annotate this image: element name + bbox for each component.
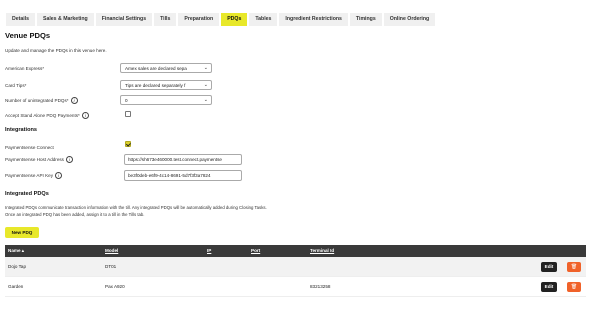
row-model: Pax A920 <box>105 284 125 289</box>
standalone-label: Accept Stand Alone PDQ Payments* i <box>5 111 89 119</box>
integrated-pdqs-title: Integrated PDQs <box>5 191 49 197</box>
pdq-table: Name ▴ Model IP Port Terminal Id Dojo Ta… <box>5 245 586 297</box>
tab-pdqs[interactable]: PDQs <box>221 13 248 26</box>
trash-icon: 🗑 <box>570 284 578 290</box>
row-model: DT01 <box>105 264 117 269</box>
integrated-note-1: Integrated PDQs communicate transaction … <box>5 205 267 210</box>
tab-tills[interactable]: Tills <box>154 13 177 26</box>
edit-button[interactable]: Edit <box>541 282 557 292</box>
new-pdq-button[interactable]: New PDQ <box>5 227 39 238</box>
tab-timings[interactable]: Timings <box>349 13 382 26</box>
tab-sales-marketing[interactable]: Sales & Marketing <box>37 13 94 26</box>
amex-select[interactable]: Amex sales are declared sepa ⌄ <box>120 63 212 73</box>
row-name: Dojo Tap <box>8 264 27 269</box>
page-description: Update and manage the PDQs in this venue… <box>5 48 107 53</box>
info-icon[interactable]: i <box>81 111 89 119</box>
unintegrated-select[interactable]: 0 ⌄ <box>120 95 212 105</box>
host-address-input[interactable]: https://sh673e460000.test.connect.paymen… <box>124 154 242 165</box>
header-ip[interactable]: IP <box>207 245 211 257</box>
edit-button[interactable]: Edit <box>541 262 557 272</box>
delete-button[interactable]: 🗑 <box>567 262 581 272</box>
connect-checkbox[interactable] <box>125 141 131 147</box>
standalone-checkbox[interactable] <box>125 111 131 117</box>
host-label: Paymentsense Host Address i <box>5 155 73 163</box>
tab-tables[interactable]: Tables <box>249 13 278 26</box>
tab-bar: Details Sales & Marketing Financial Sett… <box>6 13 436 26</box>
trash-icon: 🗑 <box>570 264 578 270</box>
tab-financial-settings[interactable]: Financial Settings <box>95 13 153 26</box>
tab-details[interactable]: Details <box>6 13 36 26</box>
api-key-input[interactable]: be3f0deb-e6f9-4c14-8691-5d7f3f3a7824 <box>124 170 242 181</box>
row-terminal-id: 83213258 <box>310 284 331 289</box>
unintegrated-label: Number of unintegrated PDQs* i <box>5 96 78 104</box>
table-row: Dojo Tap DT01 Edit 🗑 <box>5 257 586 277</box>
header-name[interactable]: Name ▴ <box>8 245 24 257</box>
header-port[interactable]: Port <box>251 245 260 257</box>
tab-online-ordering[interactable]: Online Ordering <box>383 13 436 26</box>
chevron-down-icon: ⌄ <box>203 82 208 88</box>
amex-label: American Express* <box>5 65 45 71</box>
card-tips-label: Card Tips* <box>5 82 27 88</box>
tab-ingredient-restrictions[interactable]: Ingredient Restrictions <box>279 13 348 26</box>
table-row: Garden Pax A920 83213258 Edit 🗑 <box>5 277 586 297</box>
integrations-title: Integrations <box>5 127 38 133</box>
info-icon[interactable]: i <box>65 155 73 163</box>
info-icon[interactable]: i <box>70 96 78 104</box>
table-header: Name ▴ Model IP Port Terminal Id <box>5 245 586 257</box>
delete-button[interactable]: 🗑 <box>567 282 581 292</box>
chevron-down-icon: ⌄ <box>203 97 208 103</box>
header-terminal-id[interactable]: Terminal Id <box>310 245 334 257</box>
tab-preparation[interactable]: Preparation <box>178 13 220 26</box>
integrated-note-2: Once an integrated PDQ has been added, a… <box>5 212 145 217</box>
connect-label: Paymentsense Connect <box>5 144 54 150</box>
chevron-down-icon: ⌄ <box>203 65 208 71</box>
header-model[interactable]: Model <box>105 245 118 257</box>
card-tips-select[interactable]: Tips are declared separately f ⌄ <box>120 80 212 90</box>
api-key-label: Paymentsense API Key i <box>5 171 63 179</box>
row-name: Garden <box>8 284 24 289</box>
page-title: Venue PDQs <box>5 31 51 40</box>
info-icon[interactable]: i <box>55 171 63 179</box>
